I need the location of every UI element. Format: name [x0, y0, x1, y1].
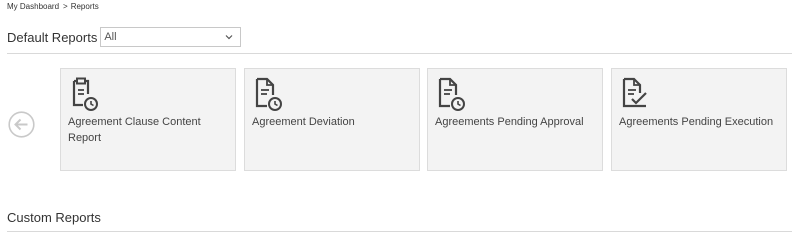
breadcrumb-separator: > — [63, 2, 68, 11]
custom-reports-title: Custom Reports — [7, 210, 101, 225]
report-tile[interactable]: Agreements Pending Approval — [427, 68, 603, 171]
breadcrumb-link-dashboard[interactable]: My Dashboard — [7, 2, 59, 11]
document-clock-icon — [255, 77, 282, 111]
clipboard-clock-icon — [72, 77, 98, 111]
report-tile-label: Agreements Pending Execution — [619, 116, 774, 128]
default-reports-header: Default Reports All — [7, 27, 242, 47]
document-clock-icon — [438, 77, 465, 111]
section-divider — [7, 53, 792, 54]
chevron-down-icon — [225, 35, 233, 40]
report-filter-value: All — [104, 31, 117, 43]
report-tile-label: Agreement Clause Content Report — [68, 116, 201, 144]
report-tile[interactable]: Agreement Clause Content Report — [60, 68, 236, 171]
report-tile[interactable]: Agreements Pending Execution — [611, 68, 787, 171]
document-check-icon — [622, 77, 647, 108]
arrow-left-circle-icon[interactable] — [8, 111, 35, 138]
report-filter-select[interactable]: All — [100, 27, 242, 47]
report-tile-label: Agreement Deviation — [252, 116, 355, 128]
default-reports-title: Default Reports — [7, 29, 98, 45]
breadcrumb-current: Reports — [70, 2, 99, 11]
breadcrumb: My Dashboard > Reports — [7, 2, 99, 11]
report-tile-label: Agreements Pending Approval — [435, 116, 584, 128]
report-tile[interactable]: Agreement Deviation — [244, 68, 420, 171]
section-divider — [7, 231, 792, 232]
